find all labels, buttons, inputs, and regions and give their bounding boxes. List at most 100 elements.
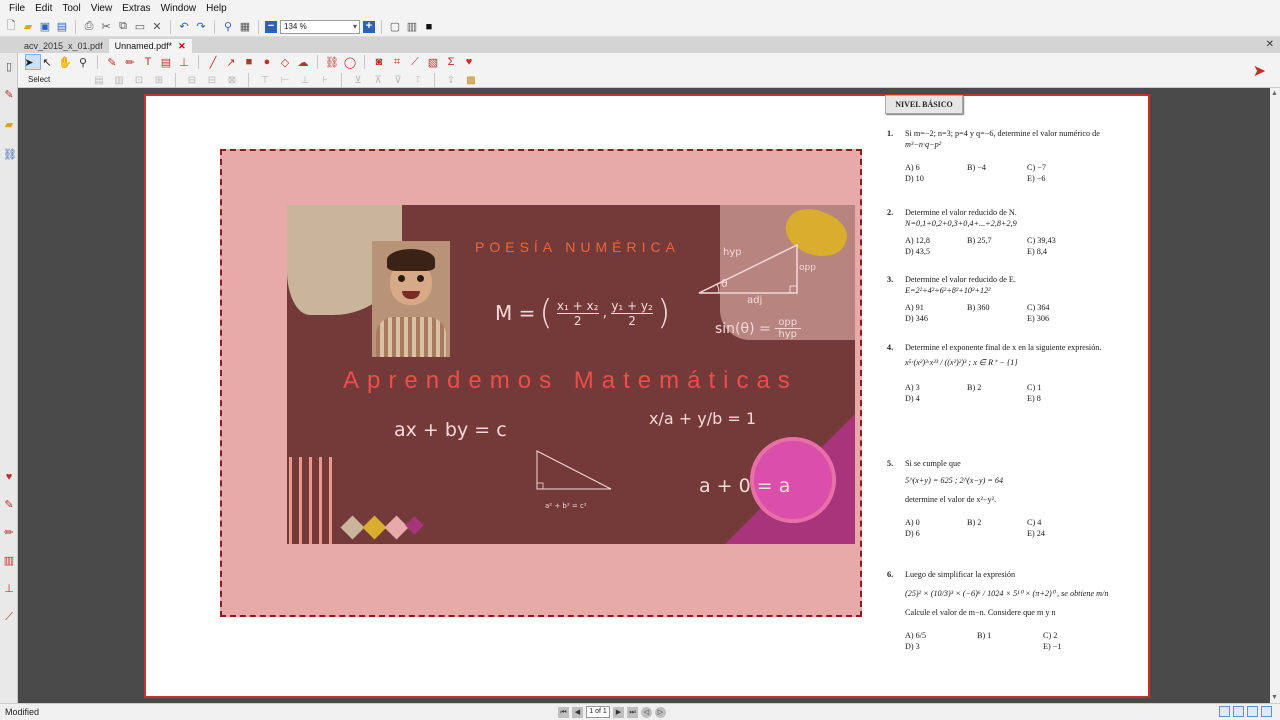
zoom-select[interactable]: 134 % [280, 19, 360, 34]
group-icon[interactable]: ⊞ [152, 73, 166, 87]
select-arrow-icon[interactable]: ➤ [22, 55, 36, 69]
back-icon[interactable]: ◁ [641, 706, 652, 718]
next-page-icon[interactable]: ▶ [613, 706, 624, 718]
align-left-icon[interactable]: ▤ [92, 73, 106, 87]
cloud-icon[interactable]: ☁ [296, 55, 310, 69]
sum-icon[interactable]: Σ [444, 55, 458, 69]
favorite-heart-icon[interactable]: ♥ [462, 55, 476, 69]
note-icon[interactable]: ▤ [159, 55, 173, 69]
open-folder-icon[interactable]: ▰ [21, 20, 35, 34]
close-all-icon[interactable]: ✕ [1266, 39, 1274, 50]
continuous-view-icon[interactable] [1233, 706, 1244, 717]
menu-view[interactable]: View [86, 3, 118, 14]
tab-unnamed[interactable]: Unnamed.pdf* ✕ [108, 39, 192, 53]
find-icon[interactable]: ⚲ [221, 20, 235, 34]
arrange-icon[interactable]: ⊠ [225, 73, 239, 87]
redo-icon[interactable]: ↷ [194, 20, 208, 34]
decorative-diamond [362, 515, 387, 540]
page-indicator[interactable]: 1 of 1 [586, 706, 610, 718]
measure-icon[interactable]: ⟋ [408, 55, 422, 69]
image-icon[interactable]: ▧ [426, 55, 440, 69]
ellipse-icon[interactable]: ● [260, 55, 274, 69]
close-tab-icon[interactable]: ✕ [178, 39, 186, 53]
zoom-in-button[interactable]: + [363, 20, 375, 33]
zoom-tool-icon[interactable]: ⚲ [76, 55, 90, 69]
picture-icon[interactable]: ▩ [464, 73, 478, 87]
stamp-icon[interactable]: ⊥ [177, 55, 191, 69]
first-page-icon[interactable]: ⏮ [558, 706, 569, 718]
attachments-panel-icon[interactable]: ⛓ [3, 149, 17, 161]
stamp-panel-icon[interactable]: ⊥ [3, 583, 15, 595]
fit-width-icon[interactable]: ▥ [405, 20, 419, 34]
annotations-panel-icon[interactable]: ✎ [3, 89, 15, 101]
menu-tool[interactable]: Tool [57, 3, 85, 14]
zoom-out-button[interactable]: − [265, 20, 277, 33]
facing-view-icon[interactable] [1247, 706, 1258, 717]
menu-window[interactable]: Window [156, 3, 202, 14]
bookmarks-panel-icon[interactable]: ▰ [3, 119, 15, 131]
align-middle-icon[interactable]: ⊢ [278, 73, 292, 87]
align-top-icon[interactable]: ⊤ [258, 73, 272, 87]
paste-icon[interactable]: ▭ [133, 20, 147, 34]
link-icon[interactable]: ⛓ [325, 55, 339, 69]
single-page-view-icon[interactable] [1219, 706, 1230, 717]
prev-page-icon[interactable]: ◀ [572, 706, 583, 718]
highlight-panel-icon[interactable]: ✏ [3, 527, 15, 539]
continuous-facing-view-icon[interactable] [1261, 706, 1272, 717]
cursor-pointer-icon[interactable]: ➤ [1253, 61, 1266, 81]
formula-y-num: y₁ + y₂ [611, 298, 653, 313]
polygon-icon[interactable]: ◇ [278, 55, 292, 69]
chart-panel-icon[interactable]: ▥ [3, 555, 15, 567]
distribute-h-icon[interactable]: ⊟ [185, 73, 199, 87]
delete-icon[interactable]: ✕ [150, 20, 164, 34]
lasso-icon[interactable]: ◯ [343, 55, 357, 69]
forward-icon[interactable]: ▷ [655, 706, 666, 718]
scroll-down-icon[interactable]: ▼ [1271, 694, 1278, 701]
lock-icon[interactable]: ⊡ [132, 73, 146, 87]
rotate-left-icon[interactable]: ⊼ [371, 73, 385, 87]
question-number: 5. [887, 459, 894, 468]
tab-acv-2015[interactable]: acv_2015_x_01.pdf [18, 39, 109, 53]
distribute-v-icon[interactable]: ⊟ [205, 73, 219, 87]
text-box-icon[interactable]: T [141, 55, 155, 69]
save-as-icon[interactable]: ▤ [55, 20, 69, 34]
cut-icon[interactable]: ✂ [99, 20, 113, 34]
toolbar-separator [97, 55, 98, 69]
camera-icon[interactable]: ◙ [372, 55, 386, 69]
upload-icon[interactable]: ⇪ [444, 73, 458, 87]
undo-icon[interactable]: ↶ [177, 20, 191, 34]
scroll-up-icon[interactable]: ▲ [1271, 90, 1278, 97]
fit-page-icon[interactable]: ▢ [388, 20, 402, 34]
fullscreen-icon[interactable]: ■ [422, 20, 436, 34]
pen-panel-icon[interactable]: ✎ [3, 499, 15, 511]
save-icon[interactable]: ▣ [38, 20, 52, 34]
flatten-icon[interactable]: ⊻ [351, 73, 365, 87]
pencil-icon[interactable]: ✏ [123, 55, 137, 69]
last-page-icon[interactable]: ⏭ [627, 706, 638, 718]
menu-edit[interactable]: Edit [30, 3, 57, 14]
page-layout-icon[interactable]: ▦ [238, 20, 252, 34]
hand-icon[interactable]: ✋ [58, 55, 72, 69]
print-icon[interactable]: ⎙ [82, 20, 96, 34]
align-center-icon[interactable]: ▥ [112, 73, 126, 87]
pen-icon[interactable]: ✎ [105, 55, 119, 69]
select-object-icon[interactable]: ↖ [40, 55, 54, 69]
measure-panel-icon[interactable]: ⟋ [3, 611, 15, 623]
menu-help[interactable]: Help [201, 3, 232, 14]
vertical-scrollbar[interactable]: ▲ ▼ [1270, 88, 1280, 703]
rectangle-icon[interactable]: ■ [242, 55, 256, 69]
pages-panel-icon[interactable]: ▯ [3, 61, 15, 73]
copy-icon[interactable]: ⧉ [116, 20, 130, 34]
align-bottom-icon[interactable]: ⊥ [298, 73, 312, 87]
rotate-right-icon[interactable]: ⊽ [391, 73, 405, 87]
favorites-panel-icon[interactable]: ♥ [3, 471, 15, 483]
crop-icon[interactable]: ⌗ [390, 55, 404, 69]
question-options: A) 3 B) 2 C) 1 D) 4 E) 8 [905, 382, 1110, 404]
menu-file[interactable]: File [4, 3, 30, 14]
new-document-icon[interactable]: 🗋 [4, 20, 18, 34]
menu-extras[interactable]: Extras [117, 3, 155, 14]
properties-icon[interactable]: ⊺ [411, 73, 425, 87]
arrow-icon[interactable]: ↗ [224, 55, 238, 69]
line-icon[interactable]: ╱ [206, 55, 220, 69]
size-icon[interactable]: ⊦ [318, 73, 332, 87]
